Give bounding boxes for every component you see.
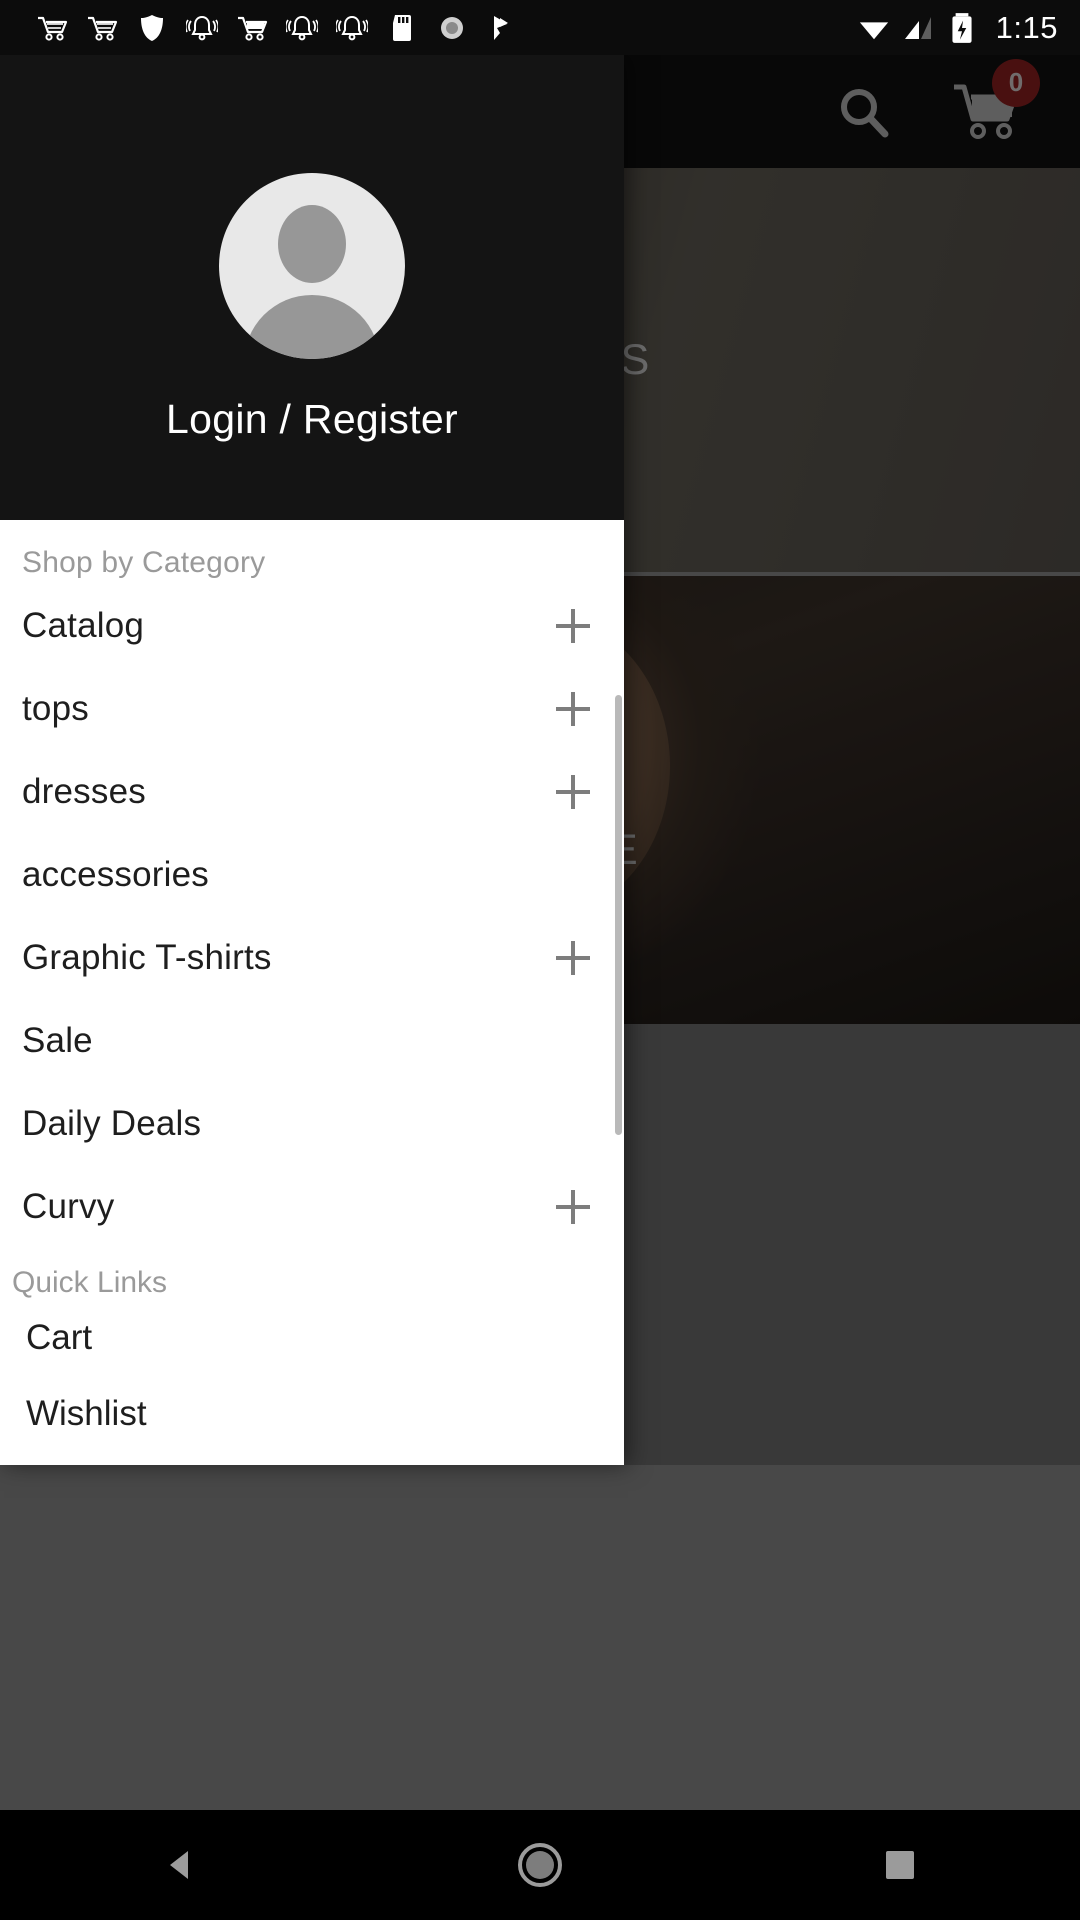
system-navigation-bar xyxy=(0,1810,1080,1920)
home-button[interactable] xyxy=(480,1810,600,1920)
menu-item-tops[interactable]: tops xyxy=(0,667,624,750)
category-menu-list: Catalog tops dresses accessories Graphic… xyxy=(0,580,624,1248)
quick-links-list: Cart Wishlist xyxy=(0,1300,624,1452)
alarm-ringing-icon-3 xyxy=(336,15,368,40)
avatar-head-shape xyxy=(278,205,346,283)
expand-plus-icon[interactable] xyxy=(556,1189,590,1224)
recents-button[interactable] xyxy=(840,1810,960,1920)
status-bar-notification-icons xyxy=(0,11,518,45)
back-button[interactable] xyxy=(120,1810,240,1920)
status-bar-system-icons: 1:15 xyxy=(858,0,1058,55)
shield-icon xyxy=(141,14,163,41)
menu-item-daily-deals[interactable]: Daily Deals xyxy=(0,1082,624,1165)
menu-item-accessories[interactable]: accessories xyxy=(0,833,624,916)
menu-item-label: Catalog xyxy=(22,605,145,645)
menu-item-label: dresses xyxy=(22,771,146,811)
shop-by-category-heading: Shop by Category xyxy=(22,546,266,579)
navigation-drawer: Login / Register Shop by Category Catalo… xyxy=(0,55,624,1465)
menu-item-curvy[interactable]: Curvy xyxy=(0,1165,624,1248)
expand-plus-icon[interactable] xyxy=(556,940,590,975)
sd-card-icon xyxy=(393,14,411,41)
menu-item-label: Curvy xyxy=(22,1186,115,1226)
menu-item-sale[interactable]: Sale xyxy=(0,999,624,1082)
default-user-avatar[interactable] xyxy=(219,173,405,359)
menu-item-dresses[interactable]: dresses xyxy=(0,750,624,833)
sync-circle-icon xyxy=(441,16,463,39)
alarm-ringing-icon-2 xyxy=(286,15,318,40)
login-register-label[interactable]: Login / Register xyxy=(166,396,458,443)
menu-item-label: tops xyxy=(22,688,89,728)
expand-plus-icon[interactable] xyxy=(556,691,590,726)
avatar-body-shape xyxy=(244,295,380,359)
cart-notification-icon-2 xyxy=(88,16,118,41)
alarm-ringing-icon-1 xyxy=(186,15,218,40)
cellular-signal-icon xyxy=(904,16,931,39)
status-bar: 1:15 xyxy=(0,0,1080,55)
status-bar-clock: 1:15 xyxy=(995,10,1058,45)
menu-item-label: accessories xyxy=(22,854,209,894)
quick-link-wishlist[interactable]: Wishlist xyxy=(0,1376,624,1452)
cart-notification-icon-1 xyxy=(38,16,68,41)
quick-link-label: Cart xyxy=(26,1318,93,1357)
quick-links-heading: Quick Links xyxy=(12,1266,168,1299)
battery-charging-icon xyxy=(952,12,972,43)
menu-item-graphic-t-shirts[interactable]: Graphic T-shirts xyxy=(0,916,624,999)
expand-plus-icon[interactable] xyxy=(556,774,590,809)
menu-item-label: Daily Deals xyxy=(22,1103,202,1143)
drawer-account-header[interactable]: Login / Register xyxy=(0,55,624,520)
checkmark-flag-icon xyxy=(494,15,508,40)
drawer-scrollbar[interactable] xyxy=(615,695,622,1135)
expand-plus-icon[interactable] xyxy=(556,608,590,643)
quick-link-cart[interactable]: Cart xyxy=(0,1300,624,1376)
phone-screen: 0 ARRIVALS T CHACE Login / Register xyxy=(0,0,1080,1920)
menu-item-label: Graphic T-shirts xyxy=(22,937,272,977)
menu-item-label: Sale xyxy=(22,1020,93,1060)
menu-item-catalog[interactable]: Catalog xyxy=(0,584,624,667)
quick-link-label: Wishlist xyxy=(26,1394,147,1433)
cart-notification-icon-3 xyxy=(238,16,268,41)
wifi-icon xyxy=(859,21,888,39)
